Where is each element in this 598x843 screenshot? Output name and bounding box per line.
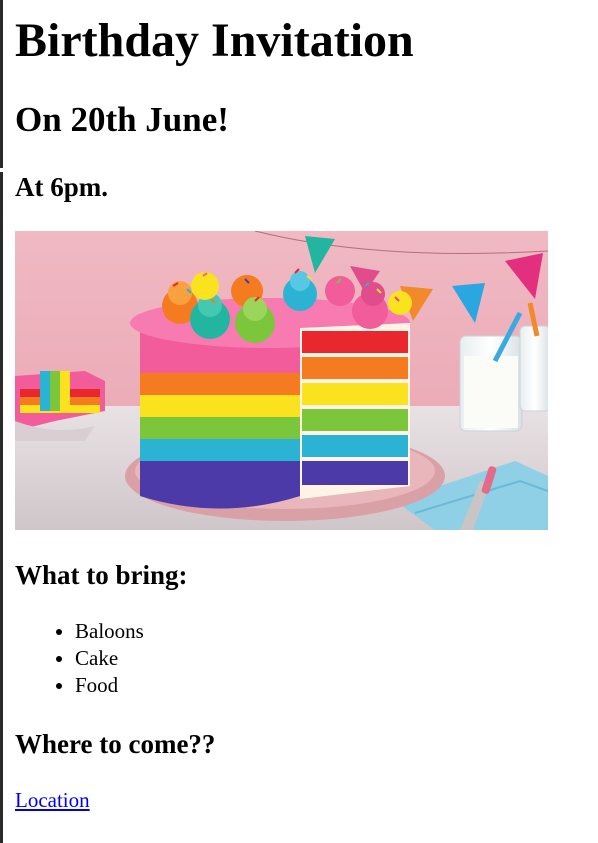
where-to-come-heading: Where to come?? bbox=[15, 729, 216, 759]
left-edge-bar bbox=[0, 0, 3, 843]
date-heading: On 20th June! bbox=[15, 100, 229, 139]
list-item: Cake bbox=[75, 645, 144, 672]
time-heading: At 6pm. bbox=[15, 172, 108, 202]
bring-items-list: Baloons Cake Food bbox=[15, 618, 144, 699]
left-edge-bar-gap bbox=[0, 168, 3, 172]
location-link[interactable]: Location bbox=[15, 787, 90, 814]
page-title: Birthday Invitation bbox=[15, 14, 414, 67]
rainbow-cake-image bbox=[15, 231, 548, 530]
what-to-bring-heading: What to bring: bbox=[15, 560, 188, 590]
list-item: Baloons bbox=[75, 618, 144, 645]
list-item: Food bbox=[75, 672, 144, 699]
